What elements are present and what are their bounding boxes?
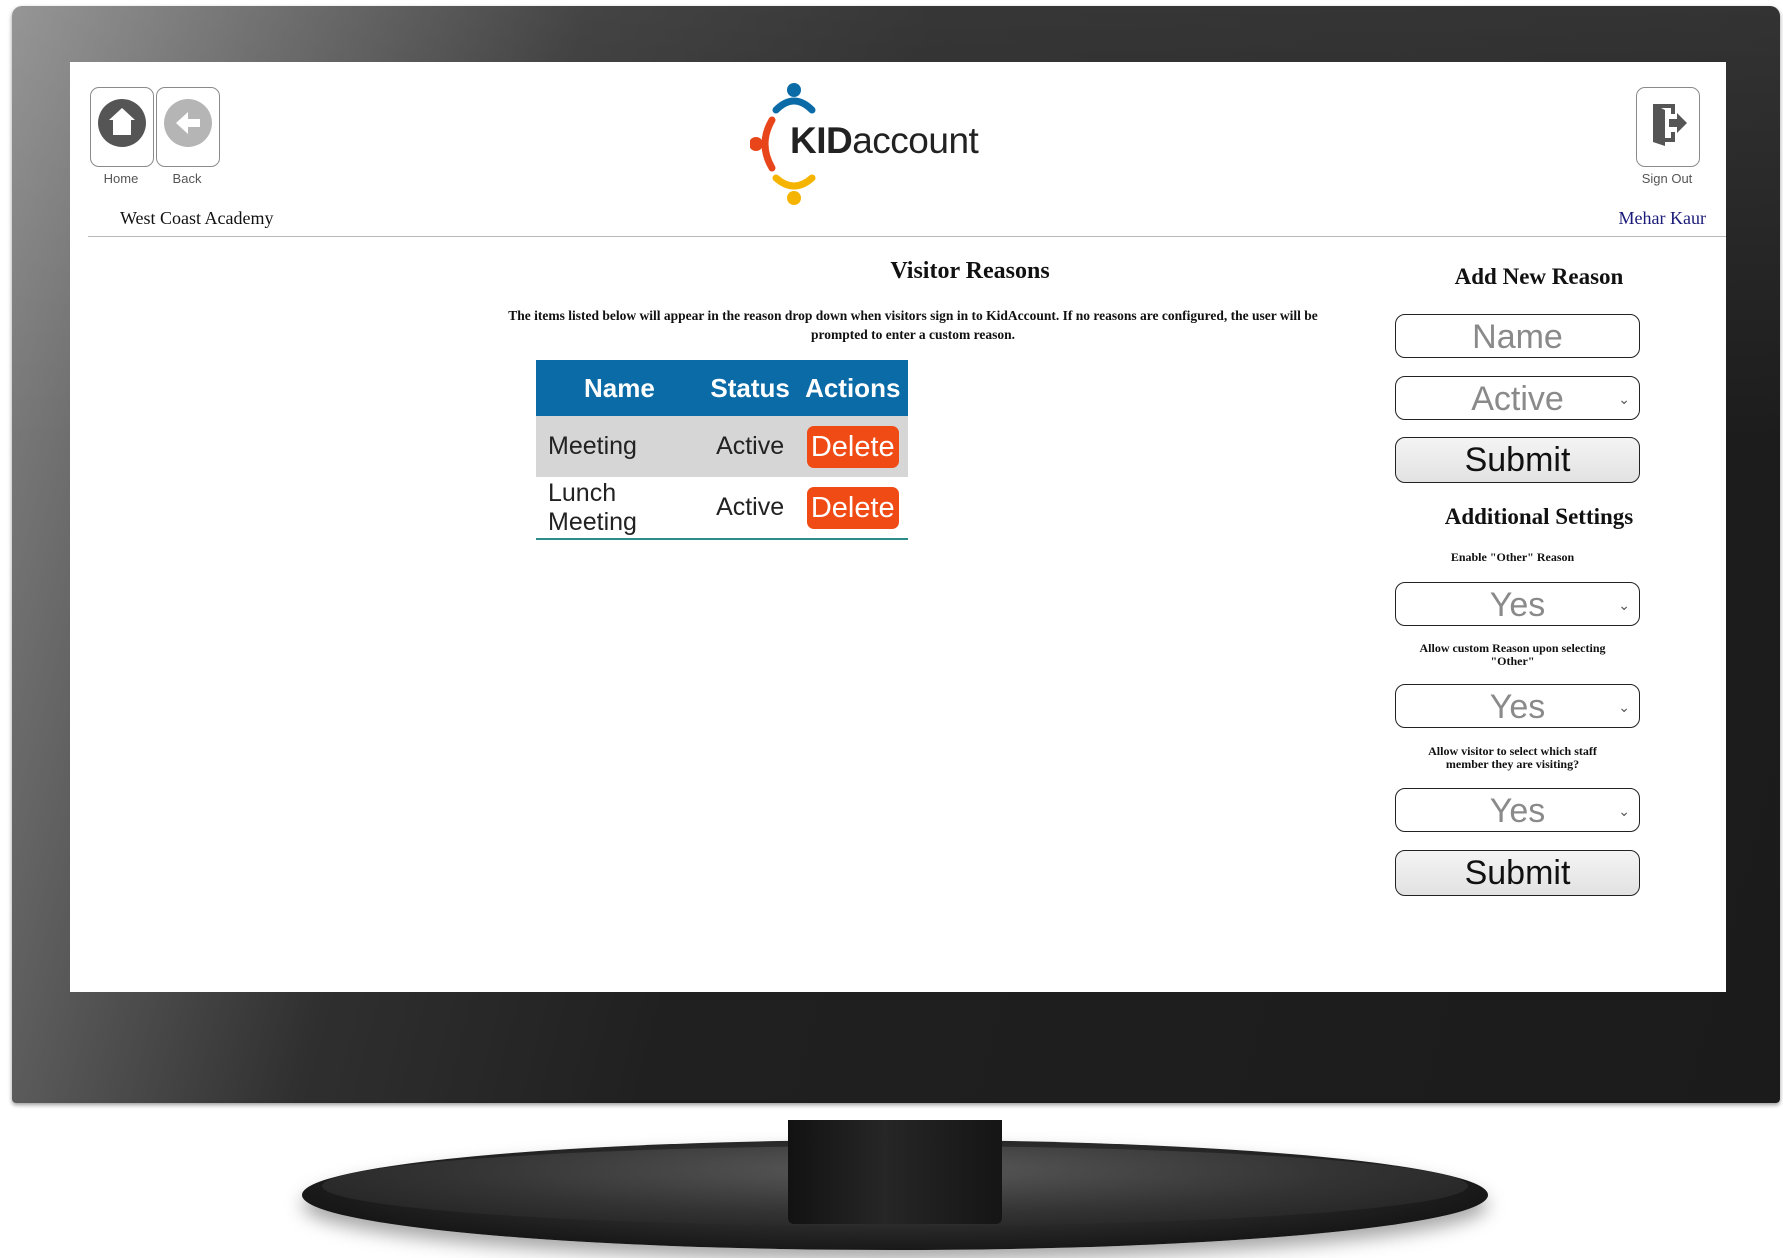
reasons-table: Name Status Actions Meeting Active Delet… [536,360,908,540]
column-header-actions: Actions [797,360,908,416]
table-header-row: Name Status Actions [536,360,908,416]
allow-custom-select[interactable]: Yes ⌄ [1395,684,1640,728]
home-button[interactable] [90,87,154,167]
enable-other-label: Enable "Other" Reason [1450,550,1575,564]
kidaccount-logo: KIDaccount [750,80,979,208]
page-description: The items listed below will appear in th… [508,308,1318,342]
logo-text: KIDaccount [790,120,979,162]
home-label: Home [103,171,139,186]
home-icon [98,99,146,147]
add-reason-submit-button[interactable]: Submit [1395,437,1640,483]
chevron-down-icon: ⌄ [1618,391,1630,407]
reason-name: Lunch Meeting [536,477,703,539]
sign-out-label: Sign Out [1641,171,1693,186]
column-header-status: Status [702,360,798,416]
allow-custom-label: Allow custom Reason upon selecting "Othe… [1419,641,1606,668]
add-reason-title: Add New Reason [1454,264,1624,289]
school-name: West Coast Academy [120,208,274,228]
chevron-down-icon: ⌄ [1618,699,1630,715]
allow-staff-select[interactable]: Yes ⌄ [1395,788,1640,832]
reason-name-input[interactable] [1396,316,1639,359]
reason-actions: Delete [797,416,908,477]
delete-button[interactable]: Delete [806,486,899,529]
chevron-down-icon: ⌄ [1618,597,1630,613]
logo-text-bold: KID [790,120,853,161]
reason-status: Active [702,477,798,539]
settings-submit-button[interactable]: Submit [1395,850,1640,896]
reason-status: Active [702,416,798,477]
additional-settings-title: Additional Settings [1444,504,1634,529]
reason-status-value: Active [1471,380,1564,418]
monitor-stand-neck [788,1120,1002,1224]
allow-custom-value: Yes [1489,688,1546,726]
delete-button[interactable]: Delete [806,425,899,468]
back-button[interactable] [156,87,220,167]
reason-name-input-wrapper [1395,314,1640,359]
reason-actions: Delete [797,477,908,539]
sign-out-button[interactable] [1636,87,1700,167]
column-header-name: Name [536,360,703,416]
user-name[interactable]: Mehar Kaur [1619,208,1706,229]
back-arrow-icon [164,99,212,147]
table-row: Lunch Meeting Active Delete [536,477,908,539]
table-row: Meeting Active Delete [536,416,908,477]
logo-text-rest: account [852,120,979,161]
sign-out-icon [1653,104,1687,146]
allow-staff-value: Yes [1489,792,1546,830]
header-divider [88,236,1726,237]
page-title: Visitor Reasons [890,258,1050,284]
back-label: Back [172,171,202,186]
enable-other-value: Yes [1489,586,1546,624]
reason-status-select[interactable]: Active ⌄ [1395,376,1640,420]
reason-name: Meeting [536,416,703,477]
enable-other-select[interactable]: Yes ⌄ [1395,582,1640,626]
app-screen: Home Back KIDaccount Sign Out West Coast… [70,62,1726,992]
allow-staff-label: Allow visitor to select which staff memb… [1428,744,1597,771]
chevron-down-icon: ⌄ [1618,803,1630,819]
